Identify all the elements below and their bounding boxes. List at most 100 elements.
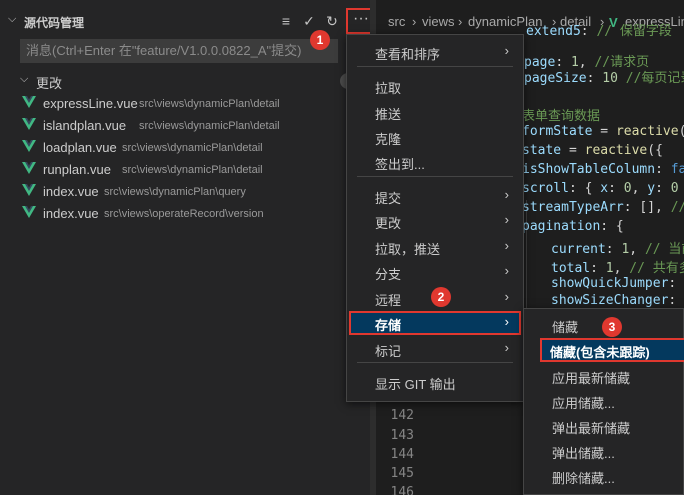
menu-item[interactable]: 更改 › [349,209,521,233]
file-name: islandplan.vue [43,118,127,133]
menu-item-label: 弹出最新储藏 [552,421,631,436]
code-line: state = reactive({ [522,143,663,158]
breadcrumb-item[interactable]: views [422,14,455,29]
stash-menu-item[interactable]: 储藏(包含未跟踪) [540,338,684,362]
file-name: runplan.vue [43,162,111,177]
breadcrumb-separator: › [412,14,417,29]
menu-item[interactable]: 查看和排序 › [349,40,521,64]
menu-item-label: 弹出储藏... [552,446,615,461]
menu-item-label: 储藏(包含未跟踪) [550,345,650,360]
changed-file-item[interactable]: runplan.vue src\views\dynamicPlan\detail [0,159,376,181]
code-line: formState = reactive({ [522,124,684,139]
changed-file-item[interactable]: loadplan.vue src\views\dynamicPlan\detail [0,137,376,159]
code-line: scroll: { x: 0, y: 0 [522,181,679,196]
menu-item[interactable]: 提交 › [349,184,521,208]
changed-file-item[interactable]: islandplan.vue src\views\dynamicPlan\deta… [0,115,376,137]
vue-file-icon [22,206,36,218]
commit-message-input[interactable]: 消息(Ctrl+Enter 在"feature/V1.0.0.0822_A"提交… [20,39,338,63]
menu-item-label: 存储 [375,318,402,333]
file-path: src\views\dynamicPlan\detail [139,98,280,110]
stash-menu-item[interactable]: 弹出储藏... [526,439,683,463]
menu-item[interactable]: 存储 › [349,311,521,335]
menu-item-label: 拉取 [375,81,402,96]
chevron-down-icon: ⌵ [20,73,29,85]
menu-item-label: 签出到... [375,157,425,172]
chevron-right-icon: › [504,314,509,329]
changed-file-item[interactable]: index.vue src\views\operateRecord\version [0,203,376,225]
changes-label: 更改 [36,76,63,91]
menu-item[interactable]: 推送 [349,100,521,124]
file-path: src\views\operateRecord\version [104,208,264,220]
vue-file-icon [22,140,36,152]
menu-item[interactable]: 分支 › [349,260,521,284]
menu-item-label: 显示 GIT 输出 [375,377,456,392]
line-number: 145 [390,466,414,481]
source-control-panel: ⌵ 源代码管理 ≡ ✓ ↻ ··· 消息(Ctrl+Enter 在"featur… [0,0,376,495]
menu-item[interactable]: 显示 GIT 输出 [349,370,521,394]
code-line: total: 1, // 共有多 [551,261,684,276]
file-name: index.vue [43,184,99,199]
breadcrumb-separator: › [458,14,463,29]
chevron-right-icon: › [504,289,509,304]
menu-item-label: 标记 [375,344,402,359]
menu-item-label: 拉取，推送 [375,242,441,257]
code-line: pagination: { [522,219,624,234]
vue-file-icon [22,118,36,130]
chevron-right-icon: › [504,238,509,253]
vue-file-icon [22,96,36,108]
file-path: src\views\dynamicPlan\detail [139,120,280,132]
changed-file-item[interactable]: expressLine.vue src\views\dynamicPlan\det… [0,93,376,115]
chevron-right-icon: › [504,263,509,278]
file-path: src\views\dynamicPlan\detail [122,164,263,176]
menu-item[interactable]: 克隆 [349,125,521,149]
menu-item-label: 推送 [375,107,402,122]
file-name: index.vue [43,206,99,221]
chevron-right-icon: › [504,212,509,227]
menu-item[interactable]: 拉取 [349,74,521,98]
menu-item-label: 分支 [375,267,402,282]
view-as-tree-icon[interactable]: ≡ [277,12,295,30]
menu-separator [357,66,513,67]
code-line: extend5: // 保留字段 [526,24,672,39]
more-actions-menu: 查看和排序 › 拉取 推送 克隆 签出到... 提交 › 更改 › 拉取，推送 › 分支 › 远程 › 存储 › 标… [346,34,524,402]
menu-item[interactable]: 签出到... [349,150,521,174]
stash-menu-item[interactable]: 删除储藏... [526,464,683,488]
menu-item-label: 应用储藏... [552,396,615,411]
file-name: loadplan.vue [43,140,117,155]
menu-item-label: 克隆 [375,132,402,147]
menu-separator [357,176,513,177]
menu-item[interactable]: 拉取，推送 › [349,235,521,259]
stash-submenu: 储藏储藏(包含未跟踪) 应用最新储藏 应用储藏... 弹出最新储藏 弹出储藏... 删除储… [523,308,684,495]
menu-item-label: 更改 [375,216,402,231]
commit-check-icon[interactable]: ✓ [300,12,318,30]
chevron-down-icon: ⌵ [8,13,17,25]
stash-menu-item[interactable]: 应用储藏... [526,389,683,413]
vue-file-icon [22,184,36,196]
breadcrumb-item[interactable]: src [388,14,405,29]
menu-item[interactable]: 标记 › [349,337,521,361]
refresh-icon[interactable]: ↻ [323,12,341,30]
changed-file-item[interactable]: index.vue src\views\dynamicPlan\query [0,181,376,203]
menu-item-label: 删除储藏... [552,471,615,486]
chevron-right-icon: › [504,43,509,58]
stash-menu-item[interactable]: 弹出最新储藏 [526,414,683,438]
step-badge: 1 [310,30,330,50]
panel-title: 源代码管理 [24,16,85,30]
menu-item-label: 应用最新储藏 [552,371,631,386]
code-line: pageSize: 10 //每页记录 [524,71,684,86]
vue-file-icon [22,162,36,174]
menu-separator [357,362,513,363]
menu-item-label: 储藏 [552,320,579,335]
line-number: 146 [390,485,414,495]
step-badge: 2 [431,287,451,307]
line-number: 142 [390,408,414,423]
code-line: current: 1, // 当前 [551,242,684,257]
changes-group-header[interactable]: ⌵ 更改 [0,70,376,92]
file-path: src\views\dynamicPlan\query [104,186,246,198]
menu-item-label: 提交 [375,191,402,206]
code-line: 表单查询数据 [522,109,601,124]
step-badge: 3 [602,317,622,337]
chevron-right-icon: › [504,187,509,202]
stash-menu-item[interactable]: 应用最新储藏 [526,364,683,388]
code-line: showSizeChanger: [551,293,684,308]
